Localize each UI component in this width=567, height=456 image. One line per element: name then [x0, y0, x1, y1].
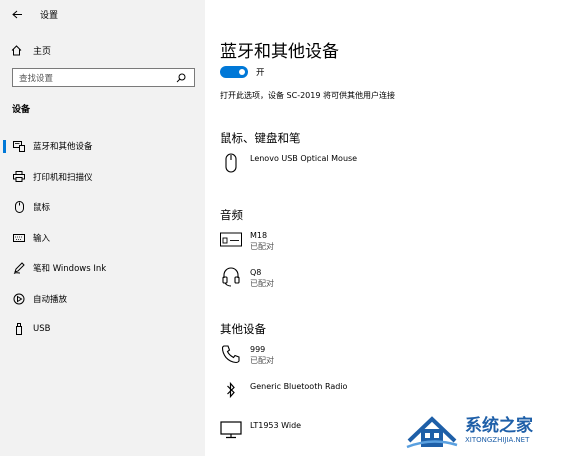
display-audio-icon: [220, 230, 242, 256]
device-name: Q8: [250, 268, 262, 277]
discoverable-description: 打开此选项，设备 SC-2019 将可供其他用户连接: [220, 91, 395, 100]
window-title: 设置: [40, 10, 59, 21]
selection-indicator: [3, 140, 6, 153]
sidebar-item-mouse[interactable]: 鼠标: [0, 192, 205, 223]
sidebar-nav: 蓝牙和其他设备 打印机和扫描仪 鼠标 输入 笔和 Windows Ink 自动播…: [0, 131, 205, 345]
watermark-url: XITONGZHIJIA.NET: [465, 435, 530, 444]
bluetooth-toggle-row: 开: [220, 66, 265, 78]
device-name: M18: [250, 231, 268, 240]
back-button[interactable]: [0, 0, 34, 28]
device-status: 已配对: [250, 242, 274, 251]
usb-icon: [12, 323, 26, 336]
device-item[interactable]: 999 已配对: [220, 344, 274, 370]
sidebar-item-label: 蓝牙和其他设备: [33, 142, 93, 153]
device-name: Generic Bluetooth Radio: [250, 382, 348, 391]
title-bar: 设置: [0, 0, 205, 28]
device-name: LT1953 Wide: [250, 421, 302, 430]
device-item[interactable]: M18 已配对: [220, 230, 274, 256]
bluetooth-devices-icon: [12, 140, 26, 152]
sidebar-item-label: 笔和 Windows Ink: [33, 264, 107, 275]
sidebar-item-autoplay[interactable]: 自动播放: [0, 284, 205, 315]
device-status: 已配对: [250, 279, 274, 288]
toggle-knob: [239, 69, 245, 75]
section-label: 设备: [12, 105, 31, 115]
watermark-title: 系统之家: [465, 415, 533, 436]
autoplay-icon: [12, 293, 26, 305]
search-input[interactable]: 查找设置: [12, 68, 195, 87]
device-item[interactable]: LT1953 Wide: [220, 420, 301, 446]
sidebar-item-label: USB: [33, 324, 51, 335]
home-icon: [11, 44, 25, 56]
mouse-icon: [220, 153, 242, 179]
watermark-logo-icon: [406, 415, 458, 448]
monitor-icon: [220, 420, 242, 446]
device-item[interactable]: Q8 已配对: [220, 267, 274, 293]
sidebar-item-label: 打印机和扫描仪: [33, 172, 93, 183]
device-item[interactable]: Generic Bluetooth Radio: [220, 381, 347, 407]
pen-icon: [12, 262, 26, 275]
toggle-state-label: 开: [256, 68, 265, 78]
printer-icon: [12, 171, 26, 183]
keyboard-icon: [12, 233, 26, 242]
sidebar-item-pen[interactable]: 笔和 Windows Ink: [0, 253, 205, 284]
back-arrow-icon: [11, 10, 22, 18]
group-title-mouse-keyboard-pen: 鼠标、键盘和笔: [220, 131, 301, 145]
sidebar-item-printers[interactable]: 打印机和扫描仪: [0, 162, 205, 193]
sidebar-item-label: 主页: [33, 46, 52, 57]
sidebar-item-label: 输入: [33, 233, 51, 244]
device-status: 已配对: [250, 356, 274, 365]
mouse-icon: [12, 201, 26, 214]
bluetooth-toggle[interactable]: [220, 66, 248, 78]
sidebar-item-bluetooth[interactable]: 蓝牙和其他设备: [0, 131, 205, 162]
sidebar-item-usb[interactable]: USB: [0, 314, 205, 345]
headset-icon: [220, 267, 242, 293]
group-title-other-devices: 其他设备: [220, 322, 266, 336]
sidebar-item-home[interactable]: 主页: [0, 40, 205, 60]
watermark: 系统之家 XITONGZHIJIA.NET: [405, 405, 567, 456]
search-placeholder: 查找设置: [19, 73, 54, 84]
sidebar-item-typing[interactable]: 输入: [0, 223, 205, 254]
device-item[interactable]: Lenovo USB Optical Mouse: [220, 153, 357, 179]
device-name: Lenovo USB Optical Mouse: [250, 154, 358, 163]
phone-icon: [220, 344, 242, 370]
bluetooth-icon: [220, 381, 242, 407]
sidebar-item-label: 鼠标: [33, 203, 51, 214]
main-content: 蓝牙和其他设备 开 打开此选项，设备 SC-2019 将可供其他用户连接 鼠标、…: [205, 0, 567, 456]
group-title-audio: 音频: [220, 208, 243, 222]
search-icon[interactable]: [176, 73, 190, 83]
page-title: 蓝牙和其他设备: [220, 42, 339, 62]
sidebar: 设置 主页 查找设置 设备 蓝牙和其他设备 打印机和扫描仪 鼠标 输入 笔和 W…: [0, 0, 205, 456]
sidebar-item-label: 自动播放: [33, 294, 68, 305]
device-name: 999: [250, 345, 266, 354]
